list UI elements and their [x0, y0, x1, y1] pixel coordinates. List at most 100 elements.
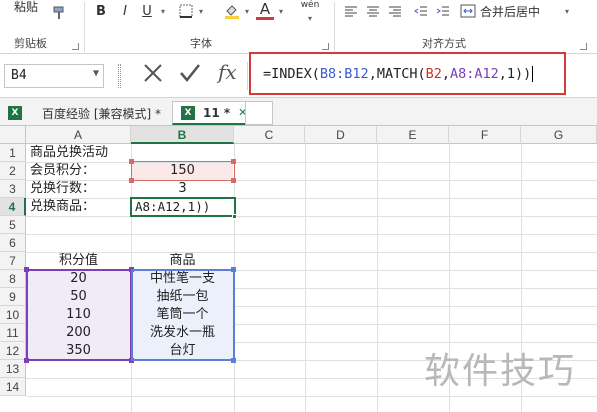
row-header-10[interactable]: 10 — [0, 306, 26, 324]
font-launcher-icon[interactable] — [322, 43, 329, 50]
clipboard-group: 粘贴 剪贴板 — [0, 0, 84, 54]
row-header-5[interactable]: 5 — [0, 216, 26, 234]
italic-button[interactable]: I — [116, 2, 134, 20]
row-header-8[interactable]: 8 — [0, 270, 26, 288]
row-header-3[interactable]: 3 — [0, 180, 26, 198]
row-header-1[interactable]: 1 — [0, 144, 26, 162]
alignment-group: 合并后居中 ▾ 对齐方式 — [336, 0, 597, 54]
font-group-label: 字体 — [190, 37, 212, 50]
row-header-11[interactable]: 11 — [0, 324, 26, 342]
gridline — [26, 216, 597, 217]
ribbon-divider — [84, 2, 85, 52]
gridline — [305, 144, 306, 412]
workbook-tab[interactable]: X 百度经验 [兼容模式] * — [2, 101, 167, 125]
row-header-4[interactable]: 4 — [0, 198, 26, 216]
chevron-down-icon[interactable]: ▼ — [93, 68, 99, 79]
row-header-2[interactable]: 2 — [0, 162, 26, 180]
underline-button[interactable]: U — [138, 2, 156, 20]
chevron-down-icon[interactable]: ▾ — [562, 4, 572, 18]
new-tab-button[interactable] — [245, 101, 273, 125]
formula-part-range-b: B8:B12 — [319, 66, 369, 82]
borders-icon[interactable] — [176, 2, 196, 20]
decrease-indent-icon[interactable] — [412, 2, 430, 20]
range-handle[interactable] — [129, 159, 134, 164]
clipboard-launcher-icon[interactable] — [72, 43, 79, 50]
row-header-7[interactable]: 7 — [0, 252, 26, 270]
gridline — [26, 396, 597, 397]
cell-a7[interactable]: 积分值 — [26, 252, 131, 270]
gridline — [26, 162, 597, 163]
column-header-d[interactable]: D — [305, 126, 377, 144]
cell-a1[interactable]: 商品兑换活动 — [30, 144, 108, 162]
gridline — [26, 180, 597, 181]
column-header-f[interactable]: F — [449, 126, 521, 144]
phonetic-button[interactable]: wén — [298, 0, 322, 12]
chevron-down-icon[interactable]: ▾ — [300, 14, 320, 23]
row-header-9[interactable]: 9 — [0, 288, 26, 306]
insert-function-button[interactable]: fx — [218, 60, 237, 84]
merge-center-button[interactable]: 合并后居中 — [460, 2, 560, 20]
range-a8-a12-border — [26, 269, 132, 361]
font-group: B I U ▾ ▾ ▾ A ▾ wén ▾ 字体 — [86, 0, 334, 54]
column-header-g[interactable]: G — [521, 126, 597, 144]
fill-handle[interactable] — [232, 214, 237, 219]
enter-icon[interactable] — [178, 62, 202, 89]
row-header-13[interactable]: 13 — [0, 360, 26, 378]
formula-part-index: =INDEX( — [263, 66, 320, 82]
range-handle[interactable] — [231, 267, 236, 272]
cell-a2[interactable]: 会员积分： — [30, 162, 95, 180]
formula-part-close: ,1)) — [498, 66, 532, 82]
cell-b7[interactable]: 商品 — [131, 252, 234, 270]
row-header-14[interactable]: 14 — [0, 378, 26, 396]
range-handle[interactable] — [231, 159, 236, 164]
increase-indent-icon[interactable] — [434, 2, 452, 20]
range-b2-border — [131, 161, 235, 181]
select-all-corner[interactable] — [0, 126, 26, 144]
range-handle[interactable] — [231, 358, 236, 363]
cell-a3[interactable]: 兑换行数： — [30, 180, 95, 198]
fill-color-icon[interactable] — [222, 2, 242, 20]
cancel-icon[interactable] — [142, 62, 164, 89]
format-painter-icon[interactable] — [50, 4, 68, 22]
formula-part-match: ,MATCH( — [368, 66, 426, 82]
row-header-12[interactable]: 12 — [0, 342, 26, 360]
column-header-c[interactable]: C — [234, 126, 305, 144]
range-handle[interactable] — [231, 178, 236, 183]
alignment-launcher-icon[interactable] — [580, 43, 587, 50]
merge-center-label: 合并后居中 — [480, 4, 541, 19]
name-box-value: B4 — [11, 68, 27, 83]
chevron-down-icon[interactable]: ▾ — [242, 4, 252, 18]
text-cursor — [532, 66, 534, 82]
chevron-down-icon[interactable]: ▾ — [158, 4, 168, 18]
paste-button[interactable]: 粘贴 — [6, 0, 46, 14]
row-header-6[interactable]: 6 — [0, 234, 26, 252]
chevron-down-icon[interactable]: ▾ — [276, 4, 286, 18]
workbook-tab-active[interactable]: X 11 * ✕ — [172, 101, 257, 125]
bold-button[interactable]: B — [92, 2, 110, 20]
font-color-button[interactable]: A — [256, 0, 274, 20]
formula-part-range-a: A8:A12 — [450, 66, 499, 82]
align-center-icon[interactable] — [364, 2, 382, 20]
column-header-b[interactable]: B — [131, 126, 234, 144]
formula-input[interactable]: =INDEX(B8:B12,MATCH(B2,A8:A12,1)) — [263, 66, 534, 82]
range-handle[interactable] — [24, 267, 29, 272]
ribbon-divider — [334, 2, 335, 52]
watermark-text: 软件技巧 — [424, 351, 577, 392]
formula-bar-splitter[interactable] — [118, 64, 121, 88]
merge-icon — [460, 4, 476, 18]
workbook-tab-bar: X 百度经验 [兼容模式] * X 11 * ✕ — [0, 98, 597, 126]
range-b8-b12-border — [131, 269, 235, 361]
chevron-down-icon[interactable]: ▾ — [196, 4, 206, 18]
column-header-e[interactable]: E — [377, 126, 449, 144]
cell-b3[interactable]: 3 — [131, 180, 234, 198]
formula-bar-divider — [247, 62, 248, 90]
range-handle[interactable] — [24, 358, 29, 363]
clipboard-group-label: 剪贴板 — [14, 37, 47, 50]
align-right-icon[interactable] — [386, 2, 404, 20]
formula-part-comma: , — [441, 66, 450, 82]
range-handle[interactable] — [129, 178, 134, 183]
column-header-a[interactable]: A — [26, 126, 131, 144]
align-left-icon[interactable] — [342, 2, 360, 20]
name-box[interactable]: B4 ▼ — [4, 64, 104, 88]
cell-a4[interactable]: 兑换商品： — [30, 198, 95, 216]
